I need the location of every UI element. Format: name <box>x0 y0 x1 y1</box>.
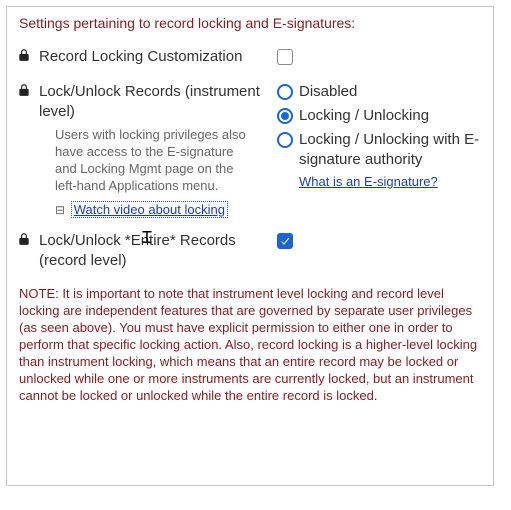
lock-unlock-instrument-label: Lock/Unlock Records (instrument level) <box>39 82 271 122</box>
row-record-locking-customization: Record Locking Customization <box>17 47 483 68</box>
video-icon: ⊟ <box>55 203 65 217</box>
radio-option-disabled[interactable]: Disabled <box>277 82 483 102</box>
lock-icon <box>17 233 31 249</box>
lock-unlock-entire-checkbox[interactable] <box>277 233 293 249</box>
radio-option-locking[interactable]: Locking / Unlocking <box>277 106 483 126</box>
record-locking-customization-checkbox[interactable] <box>277 49 293 65</box>
what-is-esignature-link[interactable]: What is an E-signature? <box>299 174 438 189</box>
watch-video-link[interactable]: Watch video about locking <box>71 201 228 218</box>
radio-disabled-label: Disabled <box>299 82 357 102</box>
lock-unlock-entire-label: Lock/Unlock *Entire* Records (record lev… <box>39 231 271 271</box>
row-lock-unlock-instrument: Lock/Unlock Records (instrument level) U… <box>17 82 483 217</box>
radio-option-esig[interactable]: Locking / Unlocking with E-signature aut… <box>277 130 483 170</box>
radio-disabled[interactable] <box>277 84 293 100</box>
radio-locking-label: Locking / Unlocking <box>299 106 429 126</box>
record-locking-customization-label: Record Locking Customization <box>39 47 271 67</box>
locking-esign-panel: Settings pertaining to record locking an… <box>6 6 494 486</box>
radio-esig-label: Locking / Unlocking with E-signature aut… <box>299 130 483 170</box>
row-lock-unlock-entire: Lock/Unlock *Entire* Records (record lev… <box>17 231 483 271</box>
lock-icon <box>17 49 31 65</box>
lock-icon <box>17 84 31 100</box>
radio-locking[interactable] <box>277 108 293 124</box>
lock-unlock-instrument-help: Users with locking privileges also have … <box>55 126 255 194</box>
radio-esig[interactable] <box>277 132 293 148</box>
note-text: NOTE: It is important to note that instr… <box>19 285 481 404</box>
panel-title: Settings pertaining to record locking an… <box>19 15 483 31</box>
